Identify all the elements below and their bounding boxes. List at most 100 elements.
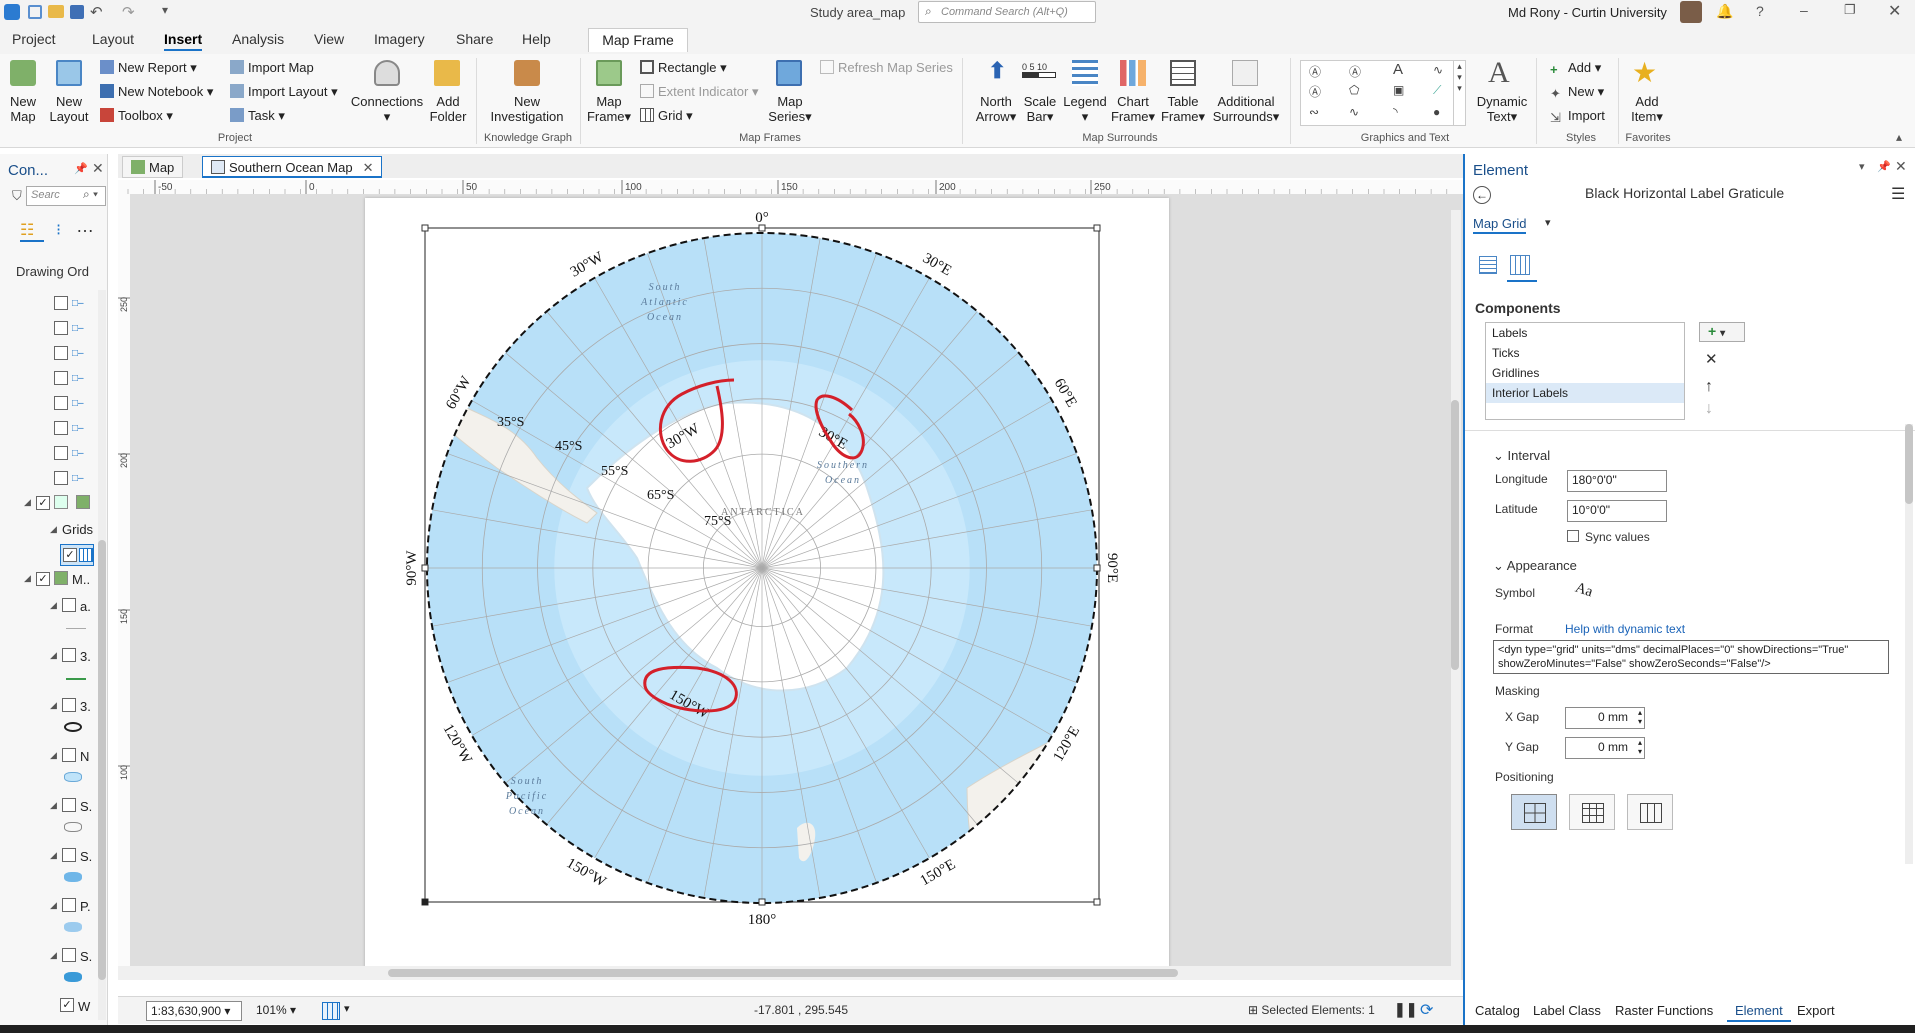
list-item[interactable]: Gridlines (1486, 363, 1684, 383)
add-item-button[interactable]: Add Item▾ (1624, 94, 1670, 124)
map-grid-tab[interactable]: Map Grid (1473, 216, 1527, 234)
refresh-icon[interactable]: ⟳ (1420, 1000, 1433, 1020)
rectangle-button[interactable]: Rectangle ▾ (640, 60, 727, 75)
sync-values-checkbox[interactable] (1567, 530, 1579, 542)
contents-search-input[interactable]: Searc ⌕ ▾ (26, 186, 106, 206)
grid-button[interactable]: Grid ▾ (640, 108, 693, 123)
layer-checkbox[interactable] (54, 296, 68, 310)
new-notebook-button[interactable]: New Notebook ▾ (100, 84, 213, 99)
layer-checkbox[interactable] (62, 948, 76, 962)
pin-icon[interactable]: 📌 (74, 162, 88, 175)
map-series-button[interactable]: Map Series▾ (764, 94, 816, 124)
point-icon[interactable]: ● (1433, 105, 1440, 119)
y-gap-input[interactable]: 0 mm ▴ ▾ (1565, 737, 1645, 759)
contents-scrollbar[interactable] (98, 290, 106, 1020)
snapping-icon[interactable] (322, 1002, 340, 1020)
menu-icon[interactable]: ☰ (1891, 184, 1905, 204)
table-frame-button[interactable]: Table Frame▾ (1158, 94, 1208, 124)
tab-label-class[interactable]: Label Class (1525, 1000, 1609, 1022)
import-map-button[interactable]: Import Map (230, 60, 314, 75)
close-pane-icon[interactable]: ✕ (92, 160, 104, 177)
position-option-outside[interactable] (1569, 794, 1615, 830)
longitude-interval-input[interactable]: 180°0'0" (1567, 470, 1667, 492)
zoom-dropdown[interactable]: 101% ▾ (252, 1001, 308, 1021)
map-checkbox[interactable]: ✓ (36, 572, 50, 586)
new-layout-button[interactable]: New Layout (46, 94, 92, 124)
new-report-button[interactable]: New Report ▾ (100, 60, 197, 75)
layer-checkbox[interactable] (62, 698, 76, 712)
layer-checkbox[interactable] (62, 648, 76, 662)
layout-canvas[interactable]: -50 0 50 100 150 200 250 250 200 150 100 0° 30°E 60°… (118, 180, 1463, 980)
picture-icon[interactable]: ▣ (1393, 83, 1404, 97)
curve-text-icon[interactable]: ∿ (1433, 63, 1443, 77)
expand-icon[interactable]: ◢ (50, 700, 57, 711)
extent-indicator-button[interactable]: Extent Indicator ▾ (640, 84, 758, 99)
command-search-box[interactable]: ⌕ Command Search (Alt+Q) (918, 1, 1096, 23)
search-icon[interactable]: ⌕ ▾ (83, 187, 98, 202)
new-style-button[interactable]: ✦ New ▾ (1550, 84, 1604, 101)
grid-components-tab[interactable] (1507, 252, 1537, 282)
layer-checkbox[interactable] (54, 321, 68, 335)
close-pane-icon[interactable]: ✕ (1895, 158, 1907, 175)
toolbox-button[interactable]: Toolbox ▾ (100, 108, 173, 123)
canvas-horizontal-scrollbar[interactable] (118, 966, 1451, 980)
layer-checkbox[interactable] (54, 446, 68, 460)
refresh-map-series-button[interactable]: Refresh Map Series (820, 60, 953, 75)
list-item[interactable]: Interior Labels (1486, 383, 1684, 403)
scale-bar-button[interactable]: Scale Bar▾ (1018, 94, 1062, 124)
map-grid-dropdown-icon[interactable]: ▾ (1545, 216, 1551, 229)
tab-project[interactable]: Project (12, 31, 56, 47)
tab-element[interactable]: Element (1727, 1000, 1791, 1022)
spinner-icon[interactable]: ▴ ▾ (1638, 708, 1642, 726)
tab-catalog[interactable]: Catalog (1467, 1000, 1528, 1022)
add-component-button[interactable]: + ▾ (1699, 322, 1745, 342)
collapse-ribbon-icon[interactable]: ▴ (1896, 130, 1902, 144)
expand-icon[interactable]: ◢ (50, 850, 57, 861)
new-map-button[interactable]: New Map (6, 94, 40, 124)
callout-icon[interactable]: Ⓐ (1349, 63, 1361, 80)
expand-icon[interactable]: ◢ (50, 900, 57, 911)
selection-list-icon[interactable]: ⁝ (56, 220, 61, 240)
polygon-text-icon[interactable]: ⬠ (1349, 83, 1359, 97)
circle-text-icon[interactable]: Ⓐ (1309, 83, 1321, 100)
filter-icon[interactable]: ⛉ (12, 188, 22, 204)
restore-icon[interactable]: ❐ (1844, 2, 1856, 18)
connections-button[interactable]: Connections ▾ (348, 94, 426, 124)
tab-share[interactable]: Share (456, 31, 493, 47)
tab-insert[interactable]: Insert (164, 31, 203, 51)
position-option-border[interactable] (1627, 794, 1673, 830)
expand-icon[interactable]: ◢ (50, 800, 57, 811)
tab-southern-ocean-map[interactable]: Southern Ocean Map ✕ (202, 156, 383, 178)
latitude-interval-input[interactable]: 10°0'0" (1567, 500, 1667, 522)
position-option-inside[interactable] (1511, 794, 1557, 830)
tab-imagery[interactable]: Imagery (374, 31, 425, 47)
tab-map-frame[interactable]: Map Frame (588, 28, 688, 52)
back-icon[interactable]: ← (1473, 186, 1491, 204)
import-layout-button[interactable]: Import Layout ▾ (230, 84, 338, 99)
drawing-order-icon[interactable]: ☷ (20, 220, 44, 242)
user-name[interactable]: Md Rony - Curtin University (1508, 5, 1667, 20)
layer-checkbox[interactable] (54, 396, 68, 410)
tab-raster-functions[interactable]: Raster Functions (1607, 1000, 1721, 1022)
list-item[interactable]: Ticks (1486, 343, 1684, 363)
layer-checkbox[interactable] (54, 471, 68, 485)
format-textbox[interactable]: <dyn type="grid" units="dms" decimalPlac… (1493, 640, 1889, 674)
tab-analysis[interactable]: Analysis (232, 31, 284, 47)
additional-surrounds-button[interactable]: Additional Surrounds▾ (1208, 94, 1284, 124)
minimize-icon[interactable]: – (1800, 2, 1808, 18)
map-frame[interactable]: 0°30°E60°E90°E120°E150°E180°150°W120°W90… (404, 210, 1120, 928)
new-project-icon[interactable] (28, 5, 42, 19)
gallery-scroll[interactable]: ▴ ▾ ▾ (1453, 61, 1465, 125)
freehand-text-icon[interactable]: ∿ (1349, 105, 1359, 119)
spinner-icon[interactable]: ▴ ▾ (1638, 738, 1642, 756)
pane-options-icon[interactable]: ▾ (1859, 160, 1865, 173)
expand-icon[interactable]: ◢ (24, 497, 31, 508)
map-frame-button[interactable]: Map Frame▾ (586, 94, 632, 124)
canvas-vertical-scrollbar[interactable] (1451, 210, 1461, 980)
legend-button[interactable]: Legend ▾ (1060, 94, 1110, 124)
move-down-icon[interactable]: ↓ (1705, 400, 1713, 418)
properties-icon[interactable] (1479, 256, 1497, 274)
element-pane-scrollbar[interactable] (1905, 424, 1913, 864)
add-folder-button[interactable]: Add Folder (426, 94, 470, 124)
expand-icon[interactable]: ◢ (24, 573, 31, 584)
